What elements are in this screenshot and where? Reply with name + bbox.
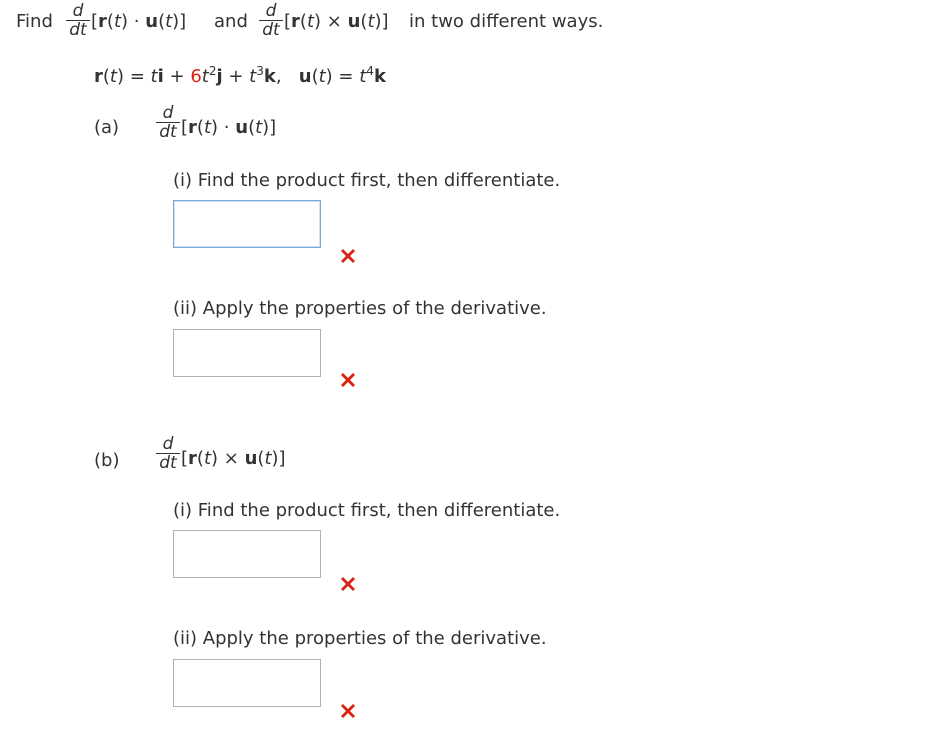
part-b-expression: [r(t) × u(t)] xyxy=(181,448,286,469)
derivative-operator-cross: d dt xyxy=(259,2,283,39)
part-b-ii-answer-input[interactable] xyxy=(174,660,320,706)
part-b-i-answer-input[interactable] xyxy=(174,531,320,577)
part-a-i-answer-box[interactable] xyxy=(173,200,321,248)
part-b-ii-instruction: (ii) Apply the properties of the derivat… xyxy=(173,628,547,649)
incorrect-x-icon xyxy=(341,249,355,263)
dot-product-expression: [r(t) · u(t)] xyxy=(91,11,187,32)
part-b-derivative-operator: d dt xyxy=(156,435,180,472)
part-a-ii-answer-box[interactable] xyxy=(173,329,321,377)
function-definitions: r(t) = ti + 6t2j + t3k, u(t) = t4k xyxy=(94,64,386,87)
part-a-expression: [r(t) · u(t)] xyxy=(181,117,277,138)
incorrect-x-icon xyxy=(341,373,355,387)
part-a-i-answer-input[interactable] xyxy=(174,201,320,247)
part-b-label: (b) xyxy=(94,450,120,471)
incorrect-x-icon xyxy=(341,704,355,718)
part-b-ii-answer-box[interactable] xyxy=(173,659,321,707)
incorrect-x-icon xyxy=(341,577,355,591)
part-a-i-instruction: (i) Find the product first, then differe… xyxy=(173,170,561,191)
part-a-ii-instruction: (ii) Apply the properties of the derivat… xyxy=(173,298,547,319)
part-b-i-answer-box[interactable] xyxy=(173,530,321,578)
part-b-i-instruction: (i) Find the product first, then differe… xyxy=(173,500,561,521)
part-a-label: (a) xyxy=(94,117,120,138)
derivative-operator-dot: d dt xyxy=(66,2,90,39)
cross-product-expression: [r(t) × u(t)] xyxy=(284,11,389,32)
part-a-ii-answer-input[interactable] xyxy=(174,330,320,376)
find-label: Find xyxy=(16,11,53,32)
question-suffix: in two different ways. xyxy=(409,11,604,32)
r-j-coefficient: 6 xyxy=(190,66,202,87)
part-a-derivative-operator: d dt xyxy=(156,104,180,141)
and-label: and xyxy=(214,11,248,32)
